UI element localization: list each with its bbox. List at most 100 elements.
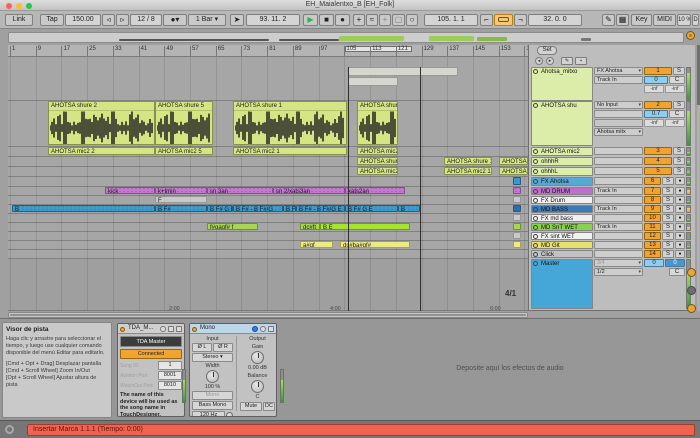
loop-length-field[interactable]: 32. 0. 0 xyxy=(528,14,582,26)
prev-locator-icon[interactable]: ◂ xyxy=(535,57,543,65)
arrangement-grid[interactable]: AHOTSA shure 2 AHOTSA shure 5 AHOTSA shu… xyxy=(8,57,528,311)
solo-button[interactable]: S xyxy=(662,196,674,204)
midi-clip[interactable] xyxy=(513,241,521,248)
audio-clip[interactable]: AHOTSA shure 3 xyxy=(357,157,398,165)
punch-in-icon[interactable]: ⌐ xyxy=(480,14,493,26)
track-lane-fx-md-bass[interactable] xyxy=(8,214,528,223)
track-name[interactable]: FX Drum xyxy=(531,196,593,204)
track-activator[interactable]: 3 xyxy=(644,147,672,155)
computer-midi-keyboard-icon[interactable]: ▦ xyxy=(616,14,629,26)
track-lane-md-drum[interactable]: kick k+tmin sn 3an sn 2/xats3an xats2an xyxy=(8,187,528,196)
tempo-field[interactable]: 150.00 xyxy=(65,14,101,26)
audio-clip[interactable]: AHOTSA shure 5 xyxy=(155,101,213,145)
track-fold-icon[interactable] xyxy=(533,103,538,108)
device-titlebar[interactable]: Mono xyxy=(190,324,276,334)
track-lane-md-bass[interactable]: B B F# B F# G E B F# - B F#/G B F# B F# … xyxy=(8,205,528,214)
draw-automation-icon[interactable]: ✎ xyxy=(561,57,573,65)
bass-freq-knob[interactable] xyxy=(226,412,233,416)
loop-start-field[interactable]: 105. 1. 1 xyxy=(424,14,478,26)
midi-clip[interactable] xyxy=(513,187,521,194)
arrangement-overview[interactable] xyxy=(8,32,684,43)
midi-clip[interactable]: sn 2/xats3an xyxy=(273,187,345,194)
track-row[interactable]: ohhhL 5S xyxy=(531,167,693,176)
hotswap-icon[interactable] xyxy=(160,326,166,332)
track-name[interactable]: Master xyxy=(531,259,593,309)
midi-clip[interactable]: f#gagf# f xyxy=(207,223,258,230)
track-name[interactable]: ohhhR xyxy=(531,157,593,166)
key-map-button[interactable]: Key xyxy=(631,14,652,26)
link-button[interactable]: Link xyxy=(5,14,33,26)
volume-field[interactable]: 0 xyxy=(644,76,668,84)
track-fold-icon[interactable] xyxy=(533,169,538,174)
nudge-up-icon[interactable]: ▹ xyxy=(116,14,129,26)
track-row[interactable]: FX Ahotsa 6 S ● xyxy=(531,177,693,186)
next-locator-icon[interactable]: ▸ xyxy=(546,57,554,65)
time-signature-marker[interactable]: 4/1 xyxy=(505,289,516,298)
punch-out-icon[interactable]: ¬ xyxy=(514,14,527,26)
send-b-field[interactable]: -inf xyxy=(665,85,685,93)
midi-clip[interactable]: B F# - B F#/G E xyxy=(296,205,345,212)
midi-clip[interactable]: B F# G E xyxy=(345,205,398,212)
arm-button[interactable]: ● xyxy=(675,177,685,185)
track-row[interactable]: FX Drum 8 S ● xyxy=(531,196,693,204)
arm-button[interactable]: ● xyxy=(675,187,685,195)
master-volume-field[interactable]: 0 xyxy=(665,259,685,267)
phase-left-button[interactable]: Ø L xyxy=(192,343,212,352)
input-chooser[interactable] xyxy=(594,232,643,240)
balance-value[interactable]: C xyxy=(240,394,275,400)
solo-button[interactable]: S xyxy=(662,177,674,185)
bass-freq-field[interactable]: 120 Hz xyxy=(192,411,225,416)
solo-button[interactable]: S xyxy=(673,67,685,75)
device-activator-icon[interactable] xyxy=(192,326,197,332)
overdub-icon[interactable]: + xyxy=(353,14,365,26)
track-activator[interactable]: 4 xyxy=(644,157,672,165)
solo-button[interactable]: S xyxy=(662,241,674,249)
midi-clip[interactable] xyxy=(513,177,521,185)
track-lane-ahotsa-mic2[interactable]: AHOTSA mic2 2 AHOTSA mic2 5 AHOTSA mic2 … xyxy=(8,147,528,157)
solo-button[interactable]: S xyxy=(662,214,674,222)
midi-clip[interactable]: B xyxy=(12,205,155,212)
track-row[interactable]: AHOTSA mic2 3S xyxy=(531,147,693,156)
track-lane-master[interactable] xyxy=(8,259,528,311)
audio-clip[interactable]: AHOTSA shure 1 xyxy=(444,157,492,165)
monitor-chooser[interactable] xyxy=(594,119,643,127)
audio-clip[interactable]: AHOTSA shure xyxy=(499,157,528,165)
input-type-chooser[interactable]: FX Ahotsa xyxy=(594,67,643,75)
midi-clip[interactable]: sn 3an xyxy=(207,187,273,194)
capture-midi-icon[interactable]: ▢ xyxy=(392,14,405,26)
track-activator[interactable]: 14 xyxy=(644,250,661,258)
pan-field[interactable]: C xyxy=(669,268,685,276)
device-mono[interactable]: Mono Input Ø L Ø R Stereo ▾ Width 100 % … xyxy=(189,323,277,417)
width-value[interactable]: 100 % xyxy=(192,384,233,390)
track-name[interactable]: FX Ahotsa xyxy=(531,177,593,186)
arm-button[interactable]: ● xyxy=(675,250,685,258)
track-lane-ohhhl[interactable]: AHOTSA mic2 3 AHOTSA mic2 1 AHOTSA mic2 xyxy=(8,167,528,177)
track-fold-icon[interactable] xyxy=(533,252,538,257)
track-fold-icon[interactable] xyxy=(533,198,538,203)
session-record-icon[interactable]: ○ xyxy=(406,14,418,26)
audio-clip[interactable]: AHOTSA mic2 2 xyxy=(48,147,155,155)
automation-arm-icon[interactable]: ≈ xyxy=(366,14,378,26)
midi-clip[interactable]: B F# xyxy=(283,205,296,212)
send-a-field[interactable]: -inf xyxy=(644,85,664,93)
track-activator[interactable]: 11 xyxy=(644,223,661,231)
track-row-master[interactable]: Master 3/4 1/2 00 C xyxy=(531,259,693,309)
arm-button[interactable]: ● xyxy=(675,196,685,204)
track-activator[interactable]: 2 xyxy=(644,101,672,109)
track-row[interactable]: MD Git 13 S ● xyxy=(531,241,693,249)
track-row[interactable]: Click 14 S ● xyxy=(531,250,693,258)
audio-clip[interactable]: AHOTSA mic2 1 xyxy=(444,167,492,175)
track-activator[interactable]: 13 xyxy=(644,241,661,249)
audio-clip[interactable] xyxy=(348,77,398,86)
audio-clip[interactable]: AHOTSA mic2 1 xyxy=(233,147,347,155)
audio-clip[interactable]: AHOTSA mic2 xyxy=(499,167,528,175)
volume-field[interactable]: 0.7 xyxy=(644,110,668,118)
stop-button[interactable]: ■ xyxy=(319,14,334,26)
input-chooser[interactable] xyxy=(594,177,643,185)
input-chooser[interactable] xyxy=(594,157,643,165)
save-preset-icon[interactable] xyxy=(168,326,174,332)
set-locator-button[interactable]: Set xyxy=(537,46,557,55)
track-fold-icon[interactable] xyxy=(533,225,538,230)
midi-clip[interactable]: dc#ft xyxy=(300,223,320,230)
track-row[interactable]: FX md bass 10 S ● xyxy=(531,214,693,222)
